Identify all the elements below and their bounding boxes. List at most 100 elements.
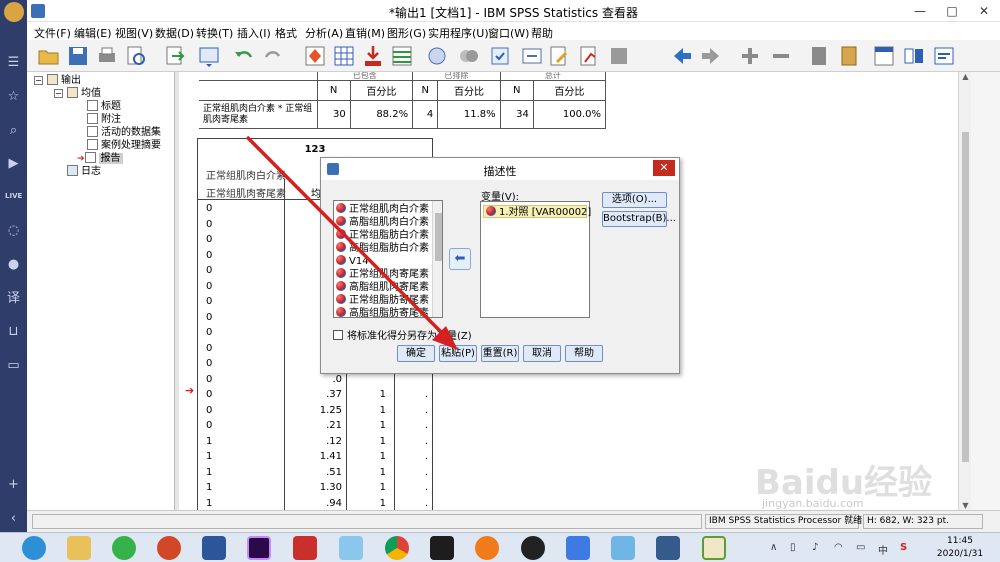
maximize-button[interactable]: □ (936, 0, 968, 22)
collapse-rail-icon[interactable]: ‹ (5, 510, 22, 527)
split-icon[interactable] (902, 44, 926, 68)
menu-format[interactable]: 格式 (275, 25, 297, 41)
tree-item-active-dataset[interactable]: 活动的数据集 (87, 126, 161, 139)
minimize-button[interactable]: — (904, 0, 936, 22)
search-icon[interactable]: ⌕ (5, 122, 22, 139)
cart-icon[interactable]: ⊔ (5, 323, 22, 340)
source-list-scrollbar[interactable] (432, 201, 442, 317)
tree-expander[interactable]: − (34, 76, 43, 85)
save-standardized-checkbox[interactable]: 将标准化得分另存为变量(Z) (333, 327, 472, 342)
redo-icon[interactable] (261, 44, 285, 68)
paste-button[interactable]: 粘贴(P) (439, 345, 477, 362)
variables-icon[interactable] (390, 44, 414, 68)
checkbox-box[interactable] (333, 330, 343, 340)
media-icon[interactable] (430, 536, 454, 560)
tree-item-case-summary[interactable]: 案例处理摘要 (87, 139, 161, 152)
header-icon[interactable] (872, 44, 896, 68)
tree-item-title[interactable]: 标题 (87, 100, 121, 113)
ok-button[interactable]: 确定 (397, 345, 435, 362)
tree-item-log[interactable]: 日志 (67, 165, 101, 178)
list-item[interactable]: 1.对照 [VAR00002] (483, 205, 591, 218)
star-icon[interactable]: ☆ (5, 88, 22, 105)
qq-icon[interactable] (521, 536, 545, 560)
list-icon[interactable]: ☰ (5, 54, 22, 71)
list-item[interactable]: 正常组肌肉白介素 (336, 203, 429, 216)
chat-icon[interactable]: ◌ (5, 222, 22, 239)
menu-edit[interactable]: 编辑(E) (74, 25, 112, 41)
tray-chevron-icon[interactable]: ∧ (770, 542, 777, 553)
menu-data[interactable]: 数据(D) (155, 25, 194, 41)
menu-view[interactable]: 视图(V) (115, 25, 153, 41)
translate-icon[interactable]: 译 (5, 290, 22, 307)
print-preview-icon[interactable] (124, 44, 148, 68)
tree-item-notes[interactable]: 附注 (87, 113, 121, 126)
open-icon[interactable] (37, 44, 61, 68)
cancel-button[interactable]: 取消 (523, 345, 561, 362)
selected-variable-list[interactable]: 1.对照 [VAR00002] (480, 201, 591, 318)
save-icon[interactable] (66, 44, 90, 68)
options-button[interactable]: 选项(O)... (602, 192, 667, 208)
network-icon[interactable]: ▯ (790, 542, 796, 553)
tree-item-report[interactable]: ➔ 报告 (77, 152, 123, 165)
menu-analyze[interactable]: 分析(A) (305, 25, 343, 41)
menu-help[interactable]: 帮助 (531, 25, 553, 41)
menu-file[interactable]: 文件(F) (34, 25, 71, 41)
output-scrollbar[interactable]: ▲ ▼ (958, 72, 971, 510)
list-item[interactable]: 高脂组脂肪白介素 (336, 242, 429, 255)
menu-graphs[interactable]: 图形(G) (387, 25, 426, 41)
battery-icon[interactable]: ▭ (856, 542, 865, 553)
list-item[interactable]: 高脂组脂肪寄尾素 (336, 307, 429, 317)
wifi-icon[interactable]: ◠ (834, 542, 843, 553)
print-icon[interactable] (95, 44, 119, 68)
collapse-icon[interactable] (769, 44, 793, 68)
circles-icon[interactable] (457, 44, 481, 68)
prev-icon[interactable] (670, 44, 694, 68)
live-icon[interactable]: LIVE (5, 188, 22, 205)
ime-indicator[interactable]: 中 (878, 542, 888, 557)
stop-icon[interactable] (607, 44, 631, 68)
insert-output-icon[interactable] (361, 44, 385, 68)
qq-browser-icon[interactable] (339, 536, 363, 560)
list-item[interactable]: 正常组脂肪寄尾素 (336, 294, 429, 307)
tree-item-means[interactable]: 均值 (67, 87, 101, 100)
insert-text2-icon[interactable] (932, 44, 956, 68)
help-button[interactable]: 帮助 (565, 345, 603, 362)
premiere-icon[interactable] (247, 536, 271, 560)
office-icon[interactable] (293, 536, 317, 560)
move-variable-button[interactable]: ⬅ (449, 248, 471, 270)
list-item[interactable]: V14 (336, 255, 369, 268)
volume-icon[interactable]: ♪ (812, 542, 818, 553)
powerpoint-icon[interactable] (157, 536, 181, 560)
explorer-icon[interactable] (67, 536, 91, 560)
browser-icon[interactable] (22, 536, 46, 560)
avatar[interactable] (4, 2, 24, 22)
clock[interactable]: 11:45 2020/1/31 (930, 535, 990, 561)
insert-text-icon[interactable] (577, 44, 601, 68)
sogou-icon[interactable]: S (900, 542, 907, 553)
reset-button[interactable]: 重置(R) (481, 345, 519, 362)
expand-icon[interactable] (738, 44, 762, 68)
dialog-title-bar[interactable]: 描述性 ✕ (321, 158, 679, 180)
scroll-thumb[interactable] (435, 213, 442, 261)
bootstrap-button[interactable]: Bootstrap(B)... (602, 211, 676, 227)
menu-transform[interactable]: 转换(T) (196, 25, 233, 41)
tree-item-output[interactable]: 输出 (47, 74, 81, 87)
menu-direct[interactable]: 直销(M) (345, 25, 385, 41)
source-variable-list[interactable]: 正常组肌肉白介素 高脂组肌肉白介素 正常组脂肪白介素 高脂组脂肪白介素 V14 … (333, 200, 443, 318)
undo-icon[interactable] (232, 44, 256, 68)
goto-case-icon[interactable] (303, 44, 327, 68)
feishu-icon[interactable] (566, 536, 590, 560)
scroll-thumb[interactable] (962, 132, 969, 462)
word-icon[interactable] (202, 536, 226, 560)
sigma-icon[interactable] (656, 536, 680, 560)
notes-icon[interactable] (611, 536, 635, 560)
hide-icon[interactable] (837, 44, 861, 68)
dialog-close-button[interactable]: ✕ (653, 160, 675, 176)
chrome-icon[interactable] (385, 536, 409, 560)
book-icon[interactable]: ▭ (5, 357, 22, 374)
export-icon[interactable] (163, 44, 187, 68)
circle-icon[interactable] (425, 44, 449, 68)
plus-icon[interactable]: + (5, 476, 22, 493)
menu-window[interactable]: 窗口(W) (488, 25, 529, 41)
show-icon[interactable] (807, 44, 831, 68)
